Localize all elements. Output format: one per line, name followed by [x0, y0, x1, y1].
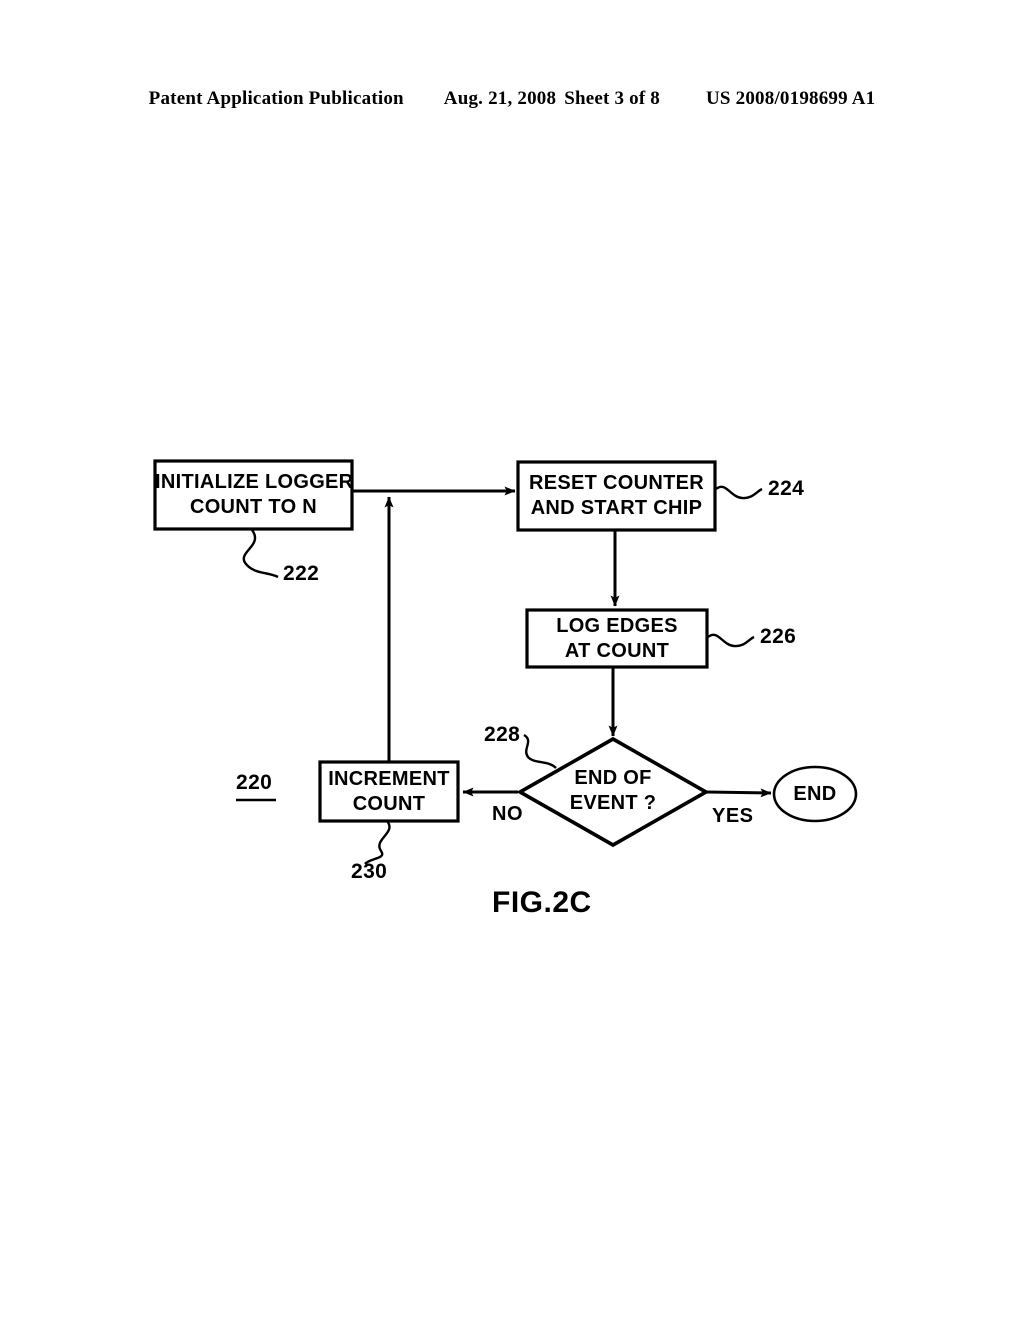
log-edges-box-line2: AT COUNT: [564, 640, 670, 662]
log-edges-box-line1: LOG EDGES: [556, 615, 678, 637]
leader-line-230: [364, 820, 391, 865]
initialize-box-line1: INITIALIZE LOGGER: [155, 471, 354, 493]
leader-line-224: [715, 485, 763, 500]
reset-box-line2: AND START CHIP: [530, 497, 703, 519]
log-edges-box-text: LOG EDGES AT COUNT: [527, 614, 707, 664]
decision-diamond-line1: END OF: [574, 767, 652, 789]
increment-box-line2: COUNT: [352, 793, 426, 815]
end-ellipse-text: END: [774, 782, 856, 807]
flowchart-figure: INITIALIZE LOGGER COUNT TO N RESET COUNT…: [0, 0, 1024, 1320]
reference-number-228: 228: [484, 723, 521, 746]
branch-label-no: NO: [492, 803, 523, 825]
reference-number-222: 222: [283, 562, 320, 585]
initialize-box-text: INITIALIZE LOGGER COUNT TO N: [155, 470, 354, 520]
reference-number-230: 230: [351, 860, 388, 883]
figure-caption: FIG.2C: [492, 886, 592, 919]
increment-box-text: INCREMENT COUNT: [320, 767, 458, 817]
reset-box-text: RESET COUNTER AND START CHIP: [518, 471, 715, 521]
initialize-box-line2: COUNT TO N: [189, 496, 318, 518]
figure-reference-220: 220: [236, 771, 273, 794]
flowchart-vector-layer: [153, 459, 858, 865]
increment-box-line1: INCREMENT: [328, 768, 450, 790]
decision-diamond-text: END OF EVENT ?: [533, 766, 693, 816]
reference-number-226: 226: [760, 625, 797, 648]
branch-label-yes: YES: [712, 805, 754, 827]
decision-diamond-line2: EVENT ?: [569, 792, 657, 814]
leader-line-222: [242, 529, 279, 579]
end-ellipse-label: END: [793, 783, 837, 805]
reference-number-224: 224: [768, 477, 805, 500]
leader-line-228: [523, 733, 557, 769]
reset-box-line1: RESET COUNTER: [528, 472, 705, 494]
connector-decision-yes-to-end: [706, 788, 772, 798]
leader-line-226: [707, 633, 755, 648]
